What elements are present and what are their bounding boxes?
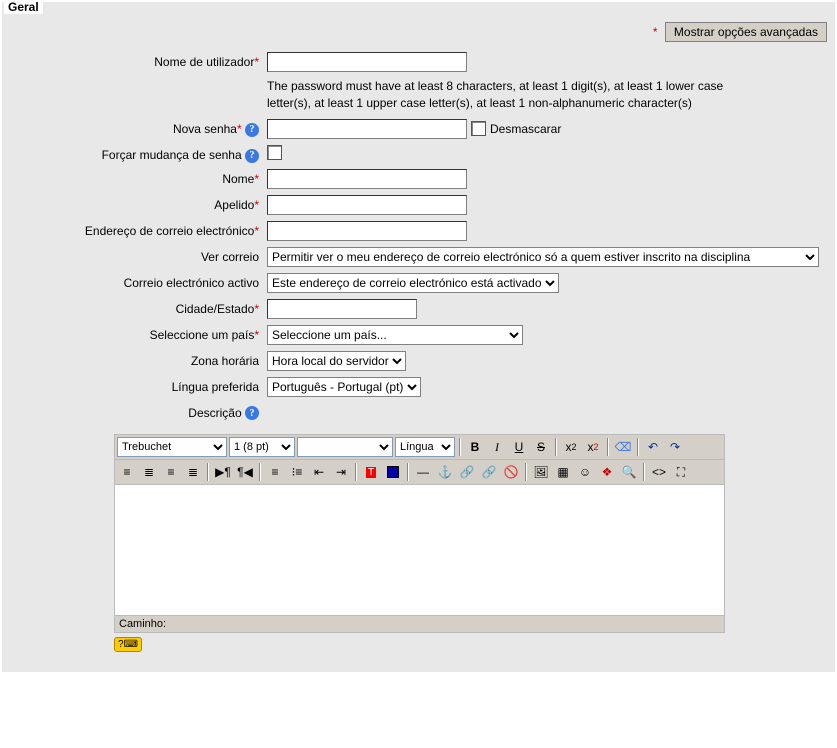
row-email-active: Correio electrónico activo Este endereço… (2, 273, 835, 293)
ltr-icon[interactable]: ▶¶ (213, 462, 233, 482)
general-fieldset: Geral * Mostrar opções avançadas Nome de… (2, 2, 835, 672)
editor-toolbar-1: Trebuchet 1 (8 pt) Língua B I U S x2 x2 … (114, 434, 725, 460)
email-display-select[interactable]: Permitir ver o meu endereço de correio e… (267, 247, 819, 267)
unordered-list-icon[interactable]: ⁝≡ (287, 462, 307, 482)
firstname-input[interactable] (267, 169, 467, 189)
row-firstname: Nome* (2, 169, 835, 189)
table-icon[interactable]: ▦ (553, 462, 573, 482)
city-input[interactable] (267, 299, 417, 319)
unmask-checkbox[interactable] (471, 121, 486, 136)
align-right-icon[interactable]: ≡ (161, 462, 181, 482)
align-center-icon[interactable]: ≣ (139, 462, 159, 482)
description-label: Descrição (188, 406, 241, 420)
fieldset-legend: Geral (4, 0, 43, 14)
show-advanced-button[interactable]: Mostrar opções avançadas (665, 22, 827, 42)
source-icon[interactable]: <> (649, 462, 669, 482)
align-justify-icon[interactable]: ≣ (183, 462, 203, 482)
align-left-icon[interactable]: ≡ (117, 462, 137, 482)
search-icon[interactable]: 🔍 (619, 462, 639, 482)
superscript-icon[interactable]: x2 (583, 437, 603, 457)
force-change-checkbox[interactable] (267, 145, 282, 160)
timezone-select[interactable]: Hora local do servidor (267, 351, 406, 371)
editor-lang-select[interactable]: Língua (395, 437, 455, 457)
new-password-input[interactable] (267, 119, 467, 139)
email-active-select[interactable]: Este endereço de correio electrónico est… (267, 273, 559, 293)
row-description: Descrição ? (2, 403, 835, 421)
anchor-icon[interactable]: ⚓ (435, 462, 455, 482)
username-label: Nome de utilizador (154, 55, 254, 69)
advanced-options-wrap: * Mostrar opções avançadas (2, 16, 835, 52)
row-email-display: Ver correio Permitir ver o meu endereço … (2, 247, 835, 267)
username-input[interactable] (267, 52, 467, 72)
language-select[interactable]: Português - Portugal (pt) (267, 377, 421, 397)
hr-icon[interactable]: — (413, 462, 433, 482)
rtl-icon[interactable]: ¶◀ (235, 462, 255, 482)
row-lastname: Apelido* (2, 195, 835, 215)
email-display-label: Ver correio (201, 250, 259, 264)
row-username: Nome de utilizador* (2, 52, 835, 72)
underline-icon[interactable]: U (509, 437, 529, 457)
country-label: Seleccione um país (150, 328, 255, 342)
row-timezone: Zona horária Hora local do servidor (2, 351, 835, 371)
editor-style-select[interactable] (297, 437, 393, 457)
editor-path-label: Caminho: (119, 618, 166, 630)
link-icon[interactable]: 🔗 (457, 462, 477, 482)
row-email: Endereço de correio electrónico* (2, 221, 835, 241)
email-label: Endereço de correio electrónico (85, 224, 254, 238)
unmask-label: Desmascarar (490, 122, 561, 136)
row-language: Língua preferida Português - Portugal (p… (2, 377, 835, 397)
bold-icon[interactable]: B (465, 437, 485, 457)
lastname-input[interactable] (267, 195, 467, 215)
html-editor: Trebuchet 1 (8 pt) Língua B I U S x2 x2 … (114, 434, 725, 652)
row-force-change: Forçar mudança de senha ? (2, 145, 835, 163)
keyboard-help-icon[interactable]: ?⌨ (114, 637, 142, 652)
nolink-icon[interactable]: 🚫 (501, 462, 521, 482)
subscript-icon[interactable]: x2 (561, 437, 581, 457)
row-country: Seleccione um país* Seleccione um país..… (2, 325, 835, 345)
editor-path-bar: Caminho: (114, 616, 725, 633)
char-icon[interactable]: ❖ (597, 462, 617, 482)
row-password-hint: The password must have at least 8 charac… (2, 78, 835, 113)
strike-icon[interactable]: S (531, 437, 551, 457)
email-input[interactable] (267, 221, 467, 241)
row-city: Cidade/Estado* (2, 299, 835, 319)
row-new-password: Nova senha* ? Desmascarar (2, 119, 835, 139)
force-change-label: Forçar mudança de senha (102, 148, 242, 162)
help-icon[interactable]: ? (245, 123, 259, 137)
email-active-label: Correio electrónico activo (124, 276, 259, 290)
firstname-label: Nome (222, 172, 254, 186)
password-hint-text: The password must have at least 8 charac… (267, 78, 767, 113)
timezone-label: Zona horária (191, 354, 259, 368)
help-icon[interactable]: ? (245, 149, 259, 163)
undo-icon[interactable]: ↶ (643, 437, 663, 457)
editor-font-select[interactable]: Trebuchet (117, 437, 227, 457)
clean-icon[interactable]: ⌫ (613, 437, 633, 457)
editor-toolbar-2: ≡ ≣ ≡ ≣ ▶¶ ¶◀ ≡ ⁝≡ ⇤ ⇥ T — ⚓ 🔗 🔗 🚫 🖼 ▦ ☺ (114, 460, 725, 485)
new-password-label: Nova senha (173, 122, 237, 136)
required-marker: * (653, 25, 658, 39)
ordered-list-icon[interactable]: ≡ (265, 462, 285, 482)
editor-size-select[interactable]: 1 (8 pt) (229, 437, 295, 457)
image-icon[interactable]: 🖼 (531, 462, 551, 482)
language-label: Língua preferida (172, 380, 259, 394)
outdent-icon[interactable]: ⇤ (309, 462, 329, 482)
editor-textarea[interactable] (114, 485, 725, 616)
redo-icon[interactable]: ↷ (665, 437, 685, 457)
fullscreen-icon[interactable]: ⛶ (671, 462, 691, 482)
country-select[interactable]: Seleccione um país... (267, 325, 523, 345)
italic-icon[interactable]: I (487, 437, 507, 457)
city-label: Cidade/Estado (176, 302, 255, 316)
indent-icon[interactable]: ⇥ (331, 462, 351, 482)
unlink-icon[interactable]: 🔗 (479, 462, 499, 482)
smiley-icon[interactable]: ☺ (575, 462, 595, 482)
help-icon[interactable]: ? (245, 406, 259, 420)
bg-color-icon[interactable] (383, 462, 403, 482)
text-color-icon[interactable]: T (361, 462, 381, 482)
lastname-label: Apelido (214, 198, 254, 212)
